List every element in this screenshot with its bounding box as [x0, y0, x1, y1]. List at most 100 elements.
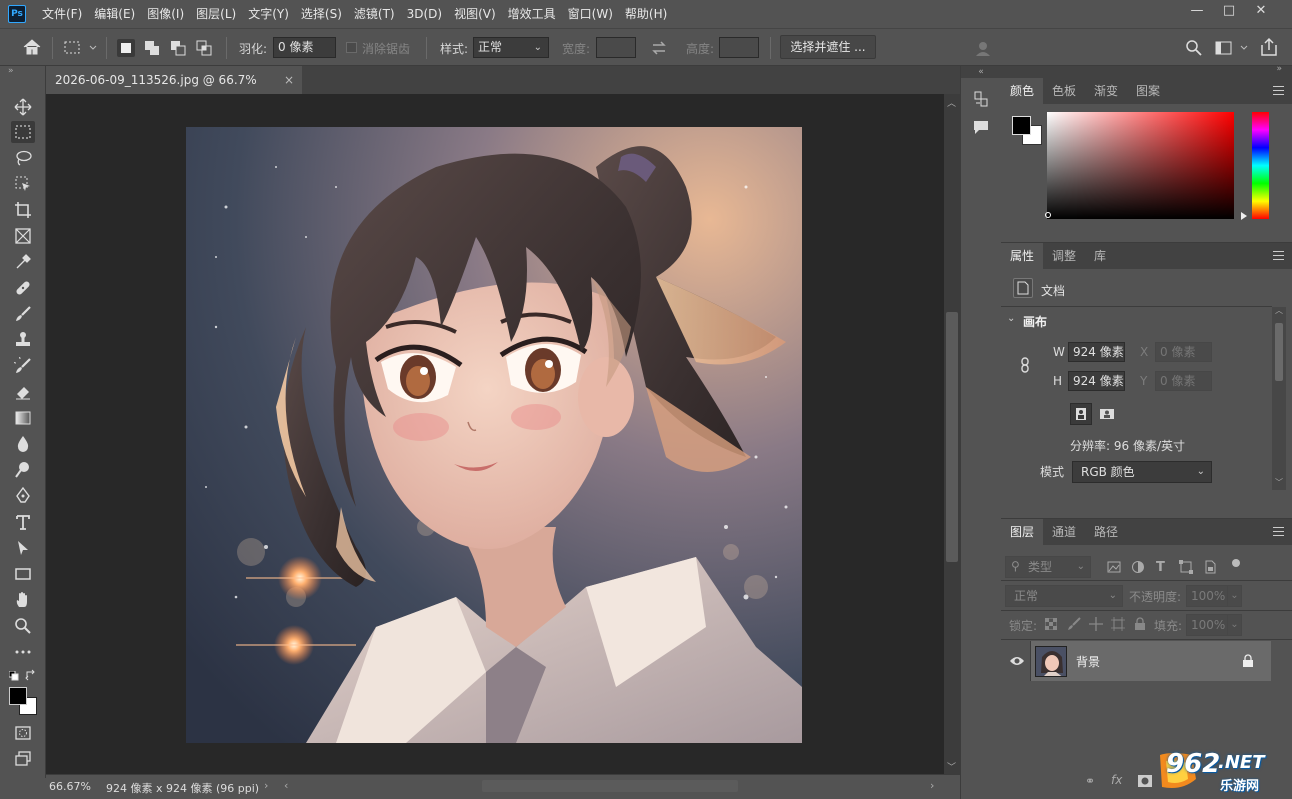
- panel-tab[interactable]: 色板: [1043, 78, 1085, 104]
- layer-name[interactable]: 背景: [1076, 653, 1100, 670]
- width-input[interactable]: [596, 37, 636, 58]
- search-icon[interactable]: [1185, 39, 1203, 60]
- panel-tab[interactable]: 路径: [1085, 519, 1127, 545]
- share-icon[interactable]: [1260, 37, 1278, 60]
- canvas-height-input[interactable]: 924 像素: [1068, 371, 1125, 391]
- screen-mode-icon[interactable]: [11, 748, 35, 770]
- collapse-dock-icon[interactable]: «: [961, 66, 1001, 78]
- panel-tab[interactable]: 颜色: [1001, 78, 1044, 104]
- blur-tool-icon[interactable]: [11, 433, 35, 455]
- frame-tool-icon[interactable]: [11, 225, 35, 247]
- lock-position-icon[interactable]: [1089, 617, 1103, 634]
- type-tool-icon[interactable]: [11, 511, 35, 533]
- menu-item[interactable]: 选择(S): [295, 0, 348, 28]
- height-input[interactable]: [719, 37, 759, 58]
- filter-pixel-layers-icon[interactable]: [1107, 560, 1121, 577]
- gradient-tool-icon[interactable]: [11, 407, 35, 429]
- filter-toggle-icon[interactable]: [1232, 559, 1240, 567]
- quick-mask-icon[interactable]: [11, 722, 35, 744]
- eyedropper-tool-icon[interactable]: [11, 251, 35, 273]
- panel-tab[interactable]: 渐变: [1085, 78, 1127, 104]
- canvas-y-input[interactable]: 0 像素: [1155, 371, 1212, 391]
- panel-tab[interactable]: 属性: [1001, 243, 1044, 269]
- panel-menu-icon[interactable]: [1273, 251, 1284, 260]
- antialias-checkbox[interactable]: [346, 42, 357, 53]
- opacity-input[interactable]: 100% ⌄: [1186, 585, 1242, 607]
- add-mask-icon[interactable]: [1138, 775, 1152, 790]
- add-selection-icon[interactable]: [143, 39, 161, 57]
- landscape-orientation-icon[interactable]: [1097, 405, 1117, 423]
- new-selection-icon[interactable]: [117, 39, 135, 57]
- lock-all-icon[interactable]: [1134, 617, 1146, 634]
- lock-image-pixels-icon[interactable]: [1067, 617, 1081, 634]
- intersect-selection-icon[interactable]: [195, 39, 213, 57]
- eye-icon[interactable]: [1009, 655, 1025, 670]
- home-icon[interactable]: [22, 38, 42, 59]
- workspace-icon[interactable]: [1215, 39, 1249, 60]
- clone-stamp-tool-icon[interactable]: [11, 329, 35, 351]
- filter-smart-objects-icon[interactable]: [1203, 560, 1217, 577]
- menu-item[interactable]: 帮助(H): [619, 0, 673, 28]
- canvas-image[interactable]: [186, 127, 802, 743]
- lock-artboard-icon[interactable]: [1111, 617, 1125, 634]
- dodge-tool-icon[interactable]: [11, 459, 35, 481]
- brush-tool-icon[interactable]: [11, 303, 35, 325]
- healing-brush-tool-icon[interactable]: [11, 277, 35, 299]
- properties-scrollbar[interactable]: ︿ ﹀: [1272, 306, 1286, 490]
- document-tab[interactable]: 2026-06-09_113526.jpg @ 66.7%(RGB/8#) ×: [46, 66, 302, 115]
- foreground-color-swatch[interactable]: [9, 687, 27, 705]
- link-dimensions-icon[interactable]: [1019, 357, 1031, 376]
- scroll-down-icon[interactable]: ﹀: [947, 760, 956, 773]
- panel-tab[interactable]: 库: [1085, 243, 1115, 269]
- menu-item[interactable]: 文字(Y): [242, 0, 295, 28]
- menu-item[interactable]: 图层(L): [190, 0, 242, 28]
- history-panel-icon[interactable]: [972, 90, 990, 111]
- menu-item[interactable]: 滤镜(T): [348, 0, 401, 28]
- color-panel-foreground-swatch[interactable]: [1012, 116, 1031, 135]
- color-picker-field[interactable]: [1047, 112, 1234, 219]
- eraser-tool-icon[interactable]: [11, 381, 35, 403]
- pen-tool-icon[interactable]: [11, 485, 35, 507]
- canvas-x-input[interactable]: 0 像素: [1155, 342, 1212, 362]
- panel-menu-icon[interactable]: [1273, 86, 1284, 95]
- history-brush-tool-icon[interactable]: [11, 355, 35, 377]
- select-and-mask-button[interactable]: 选择并遮住 ...: [780, 35, 876, 59]
- path-selection-tool-icon[interactable]: [11, 537, 35, 559]
- vertical-scroll-thumb[interactable]: [946, 312, 958, 562]
- layer-style-icon[interactable]: fx: [1111, 773, 1122, 787]
- lasso-tool-icon[interactable]: [11, 147, 35, 169]
- chevron-right-icon[interactable]: ›: [264, 779, 268, 792]
- color-picker-cursor[interactable]: [1045, 212, 1051, 218]
- subtract-selection-icon[interactable]: [169, 39, 187, 57]
- menu-item[interactable]: 3D(D): [401, 0, 448, 28]
- rectangular-marquee-tool-icon[interactable]: [11, 121, 35, 143]
- comments-panel-icon[interactable]: [972, 118, 990, 139]
- panel-tab[interactable]: 图案: [1127, 78, 1169, 104]
- crop-tool-icon[interactable]: [11, 199, 35, 221]
- hue-slider[interactable]: [1252, 112, 1269, 219]
- object-selection-tool-icon[interactable]: [11, 173, 35, 195]
- menu-item[interactable]: 视图(V): [448, 0, 502, 28]
- feather-input[interactable]: 0 像素: [273, 37, 336, 58]
- scroll-right-icon[interactable]: ›: [930, 779, 934, 792]
- filter-adjustment-layers-icon[interactable]: [1131, 560, 1145, 577]
- rectangle-tool-icon[interactable]: [11, 563, 35, 585]
- horizontal-scroll-thumb[interactable]: [482, 780, 738, 792]
- panel-tab[interactable]: 通道: [1043, 519, 1085, 545]
- close-button[interactable]: ✕: [1245, 2, 1277, 20]
- default-colors-icon[interactable]: [8, 670, 19, 684]
- menu-item[interactable]: 图像(I): [141, 0, 190, 28]
- layer-row[interactable]: 背景: [1001, 641, 1271, 681]
- minimize-button[interactable]: —: [1181, 2, 1213, 20]
- portrait-orientation-icon[interactable]: [1070, 403, 1092, 425]
- zoom-level[interactable]: 66.67%: [49, 780, 91, 793]
- blend-mode-select[interactable]: 正常 ⌄: [1005, 585, 1123, 607]
- filter-shape-layers-icon[interactable]: [1179, 560, 1193, 577]
- swap-width-height-icon[interactable]: [651, 39, 667, 60]
- collapse-section-icon[interactable]: ⌄: [1007, 313, 1015, 324]
- menu-item[interactable]: 窗口(W): [562, 0, 619, 28]
- filter-type-layers-icon[interactable]: T: [1156, 560, 1165, 575]
- menu-item[interactable]: 增效工具: [502, 0, 562, 28]
- menu-item[interactable]: 编辑(E): [88, 0, 141, 28]
- zoom-tool-icon[interactable]: [11, 615, 35, 637]
